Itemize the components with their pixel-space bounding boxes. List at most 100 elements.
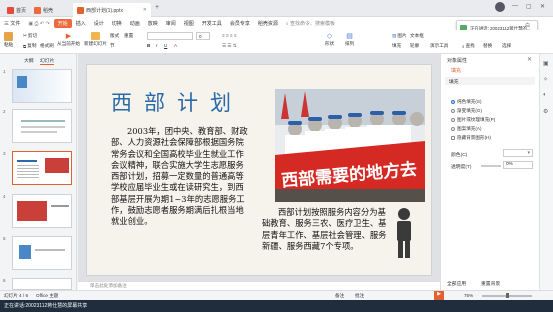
hide-background-option[interactable]: 隐藏背景图形(H) [451,135,491,141]
layout-button[interactable]: 版式 [110,33,119,39]
solid-fill-option[interactable]: 纯色填充(S) [451,99,482,105]
textbox-button[interactable]: 文本框 [410,33,424,39]
font-color-button[interactable]: A [174,43,177,48]
font-name-dropdown[interactable] [147,32,193,40]
reset-background-button[interactable]: 重置背景 [481,280,500,287]
picture-button[interactable]: ▨ 图片 [392,33,407,39]
comments-toggle[interactable]: 批注 [355,293,364,299]
volunteers-photo-image: 西部需要的地方去 [275,89,425,202]
tab-document[interactable]: 西部计划(1).pptx ✕ [73,3,151,17]
italic-button[interactable]: I [156,43,157,48]
format-painter-button[interactable]: 格式刷 [40,43,54,49]
font-size-dropdown[interactable]: 0 [196,32,210,40]
docer-icon [34,6,41,14]
menu-slideshow[interactable]: 放映 [144,20,162,27]
apply-all-button[interactable]: 全部应用 [447,280,466,287]
slide[interactable]: 西部计划 2003年，团中央、教育部、财政部、人力资源社会保障部根据国务院常务会… [86,64,432,276]
slide-paragraph-1[interactable]: 2003年，团中央、教育部、财政部、人力资源社会保障部根据国务院常务会议和全国高… [111,126,251,228]
radio-icon [451,126,455,131]
search-command[interactable]: ⌕ 查找命令、搜索模板 [282,20,339,27]
slides-tab[interactable]: 幻灯片 [40,57,55,65]
replace-button[interactable]: 替换 [483,43,492,49]
slide-thumbnail-6[interactable] [12,278,72,290]
volunteers-photo[interactable]: 西部需要的地方去 [275,89,425,202]
play-slideshow-button[interactable]: ▶ [434,291,444,300]
copy-icon: ⧉ [23,43,27,49]
slide-number: 6 [3,278,6,283]
find-button[interactable]: ⌕ 查找 [462,43,475,49]
cut-button[interactable]: ✂ 剪切 [23,33,37,39]
menu-review[interactable]: 审阅 [162,20,180,27]
menu-docer-resources[interactable]: 稻壳资源 [254,20,282,27]
new-slide-label: 新建幻灯片 [84,41,107,46]
close-icon[interactable]: ✕ [540,3,545,10]
paste-button[interactable]: 粘贴 [4,32,13,48]
transition-tools-button[interactable]: 演示工具 [430,43,448,49]
fill-button[interactable]: 填充 [392,43,401,49]
paste-icon [4,32,14,41]
tab-docer[interactable]: 稻壳 [30,3,57,17]
menu-view[interactable]: 视图 [180,20,198,27]
menu-transition[interactable]: 切换 [108,20,126,27]
from-current-button[interactable]: ▶ 从当前开始 [57,32,80,47]
avatar[interactable] [495,2,505,12]
fill-tab[interactable]: 填充 [451,67,461,74]
section-button[interactable]: 节 [110,43,115,49]
menu-developer[interactable]: 开发工具 [198,20,226,27]
underline-button[interactable]: U [164,43,167,48]
copy-button[interactable]: ⧉ 复制 [23,43,36,49]
color-dropdown[interactable]: ▾ [503,149,533,157]
slide-thumbnail-5[interactable] [12,236,72,270]
tab-label: 首页 [16,7,27,14]
paragraph-spacing-group[interactable]: ☰ ☰ ⇅ [222,43,237,49]
slide-thumbnail-4[interactable] [12,194,72,228]
quick-access-icons[interactable]: ▣ ⎙ ↶ ↷ [24,21,53,27]
transparency-slider[interactable] [481,165,501,167]
shape-button[interactable]: ◇ 形状 [325,32,334,47]
paragraph-align-group[interactable]: ≡ ≡ ≡ ≡ [222,33,237,38]
close-pane-icon[interactable]: ✕ [527,56,532,63]
settings-icon[interactable]: ⚙ [543,108,548,115]
picture-fill-option[interactable]: 图片或纹理填充(P) [451,117,495,123]
notes-toggle[interactable]: 备注 [335,293,344,299]
menu-design[interactable]: 设计 [90,20,108,27]
outline-tab[interactable]: 大纲 [24,57,34,64]
menu-insert[interactable]: 插入 [72,20,90,27]
zoom-level[interactable]: 75% [464,293,473,298]
new-tab-icon[interactable]: + [155,4,159,11]
fill-label: 填充 [392,43,402,48]
bold-button[interactable]: B [147,43,150,48]
transparency-input[interactable]: 0% [503,161,533,169]
fill-section-label: 填充 [449,80,459,85]
outline-button[interactable]: 轮廓 [410,43,419,49]
animation-icon[interactable]: ✧ [543,76,548,83]
new-slide-button[interactable]: 新建幻灯片 [84,32,107,47]
from-current-label: 从当前开始 [57,41,80,46]
reset-button[interactable]: 重置 [124,33,133,39]
menu-animation[interactable]: 动画 [126,20,144,27]
menu-start[interactable]: 开始 [53,19,72,28]
pattern-fill-option[interactable]: 图案填充(A) [451,126,482,132]
select-button[interactable]: 选择 [502,43,511,49]
pane-title: 对象属性 [447,58,468,64]
properties-icon[interactable]: ▣ [543,60,549,67]
fill-section-header[interactable]: 填充 [445,77,535,85]
close-tab-icon[interactable]: ✕ [143,7,147,13]
minimize-icon[interactable]: — [512,3,518,9]
slide-thumbnail-1[interactable] [12,69,72,103]
slide-thumbnail-3[interactable] [12,151,72,185]
notes-area[interactable]: 单击此处添加备注 [78,281,440,290]
gradient-fill-option[interactable]: 渐变填充(G) [451,108,482,114]
pptx-icon [77,6,84,14]
zoom-slider-thumb[interactable] [506,293,509,298]
arrange-button[interactable]: ▤ 排列 [345,32,354,47]
slide-title[interactable]: 西部计划 [111,87,243,117]
slide-paragraph-2[interactable]: 西部计划按照服务内容分为基础教育、服务三农、医疗卫生、基层青年工作、基层社会管理… [262,207,390,252]
maximize-icon[interactable]: ▢ [526,3,532,10]
menu-member[interactable]: 会员专享 [226,20,254,27]
tab-home[interactable]: 首页 [3,3,30,17]
style-icon[interactable]: ◐ [543,92,547,98]
menu-file[interactable]: 三 文件 [0,20,24,27]
option-label: 纯色填充(S) [457,99,482,104]
slide-thumbnail-2[interactable] [12,109,72,143]
